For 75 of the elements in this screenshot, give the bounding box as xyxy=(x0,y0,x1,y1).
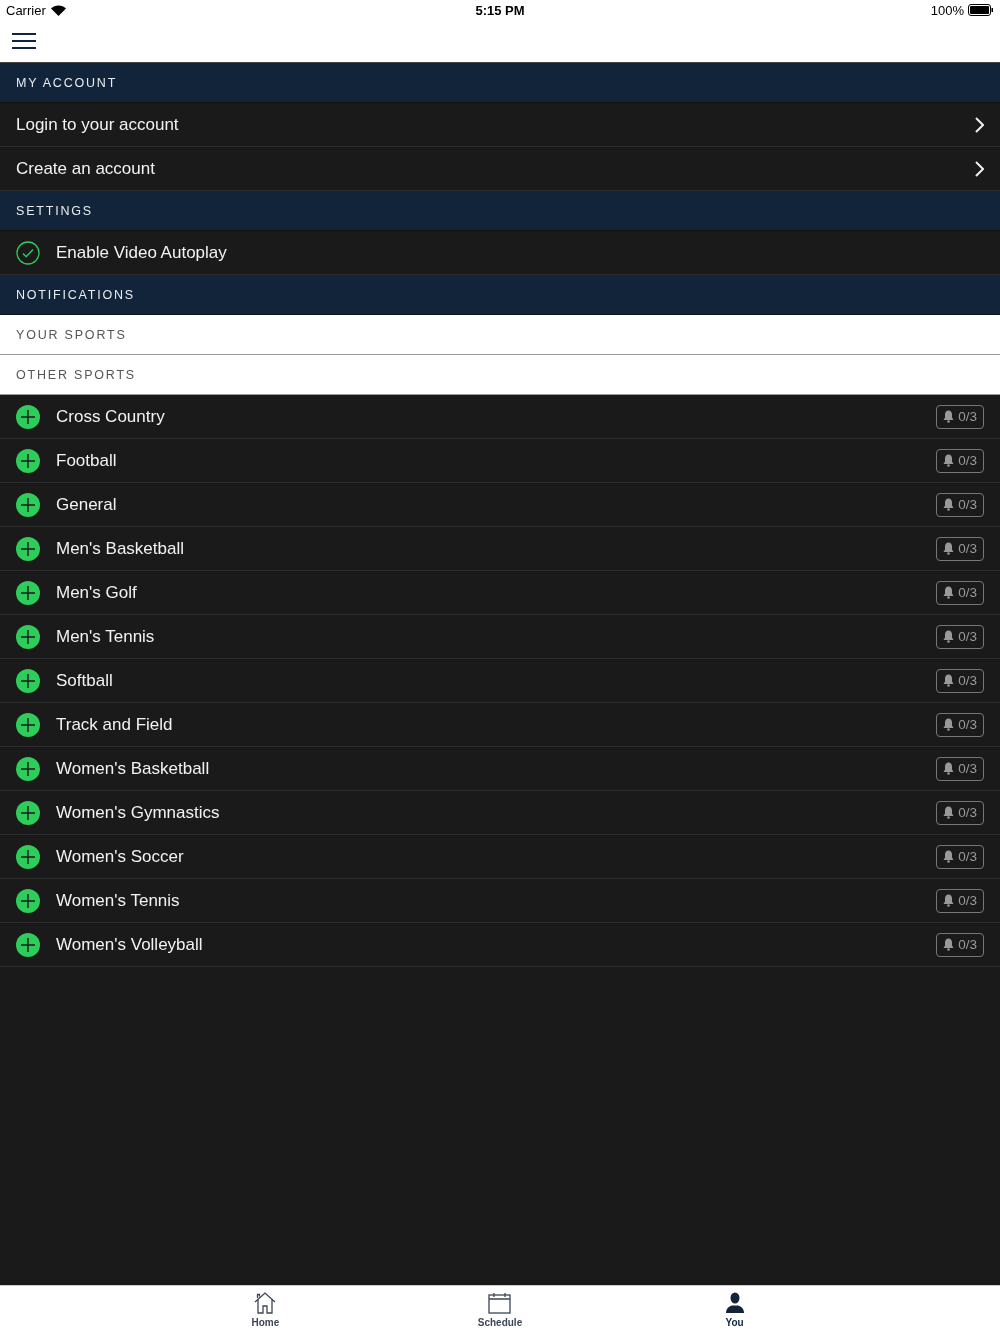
section-title: SETTINGS xyxy=(16,203,93,218)
section-title: NOTIFICATIONS xyxy=(16,287,135,302)
notification-count-badge[interactable]: 0/3 xyxy=(936,580,984,605)
add-icon[interactable] xyxy=(16,536,40,561)
battery-percent: 100% xyxy=(930,2,964,18)
notification-count-badge[interactable]: 0/3 xyxy=(936,712,984,737)
bell-icon xyxy=(943,630,955,643)
add-icon[interactable] xyxy=(16,844,40,869)
carrier-label: Carrier xyxy=(6,2,46,18)
wifi-icon xyxy=(50,4,66,16)
add-icon[interactable] xyxy=(16,448,40,473)
add-icon[interactable] xyxy=(16,580,40,605)
sport-name: General xyxy=(56,494,118,515)
sport-name: Women's Volleyball xyxy=(56,934,204,955)
sport-name: Cross Country xyxy=(56,406,166,427)
sport-name: Women's Basketball xyxy=(56,758,211,779)
check-circle-icon[interactable] xyxy=(16,240,40,265)
add-icon[interactable] xyxy=(16,712,40,737)
calendar-icon xyxy=(488,1292,512,1314)
add-icon[interactable] xyxy=(16,404,40,429)
notification-count-badge[interactable]: 0/3 xyxy=(936,404,984,429)
notification-count-badge[interactable]: 0/3 xyxy=(936,492,984,517)
menu-icon[interactable] xyxy=(12,33,36,49)
bell-icon xyxy=(943,586,955,599)
status-time: 5:15 PM xyxy=(475,2,525,18)
add-icon[interactable] xyxy=(16,492,40,517)
bell-icon xyxy=(943,498,955,511)
bell-icon xyxy=(943,718,955,731)
notification-count-badge[interactable]: 0/3 xyxy=(936,844,984,869)
sport-name: Softball xyxy=(56,670,114,691)
tab-bar-item[interactable]: Home xyxy=(148,1286,383,1334)
sport-name: Women's Gymnastics xyxy=(56,802,221,823)
chevron-right-icon xyxy=(974,116,984,133)
add-icon[interactable] xyxy=(16,800,40,825)
sport-name: Men's Tennis xyxy=(56,626,156,647)
bell-icon xyxy=(943,542,955,555)
bell-icon xyxy=(943,410,955,423)
section-title: OTHER SPORTS xyxy=(16,367,136,382)
notification-count-badge[interactable]: 0/3 xyxy=(936,800,984,825)
notification-count-badge[interactable]: 0/3 xyxy=(936,536,984,561)
section-title: YOUR SPORTS xyxy=(16,327,127,342)
battery-icon xyxy=(968,4,994,16)
add-icon[interactable] xyxy=(16,624,40,649)
add-icon[interactable] xyxy=(16,756,40,781)
section-title: MY ACCOUNT xyxy=(16,75,118,90)
home-icon xyxy=(254,1292,277,1314)
bell-icon xyxy=(943,454,955,467)
tab-bar-item[interactable]: Schedule xyxy=(382,1286,618,1334)
bell-icon xyxy=(943,762,955,775)
bell-icon xyxy=(943,806,955,819)
add-icon[interactable] xyxy=(16,888,40,913)
bell-icon xyxy=(943,894,955,907)
notification-count-badge[interactable]: 0/3 xyxy=(936,448,984,473)
sport-name: Men's Golf xyxy=(56,582,138,603)
chevron-right-icon xyxy=(974,160,984,177)
row-label: Create an account xyxy=(16,158,156,179)
notification-count-badge[interactable]: 0/3 xyxy=(936,932,984,957)
sport-name: Men's Basketball xyxy=(56,538,185,559)
row-label: Login to your account xyxy=(16,114,180,135)
bell-icon xyxy=(943,674,955,687)
add-icon[interactable] xyxy=(16,668,40,693)
sport-name: Track and Field xyxy=(56,714,174,735)
person-icon xyxy=(724,1292,745,1314)
notification-count-badge[interactable]: 0/3 xyxy=(936,668,984,693)
row-label: Enable Video Autoplay xyxy=(56,242,228,263)
bell-icon xyxy=(943,850,955,863)
add-icon[interactable] xyxy=(16,932,40,957)
bell-icon xyxy=(943,938,955,951)
notification-count-badge[interactable]: 0/3 xyxy=(936,888,984,913)
sport-name: Football xyxy=(56,450,118,471)
sport-name: Women's Soccer xyxy=(56,846,185,867)
notification-count-badge[interactable]: 0/3 xyxy=(936,624,984,649)
sport-name: Women's Tennis xyxy=(56,890,181,911)
notification-count-badge[interactable]: 0/3 xyxy=(936,756,984,781)
tab-bar-item[interactable]: You xyxy=(617,1286,852,1334)
